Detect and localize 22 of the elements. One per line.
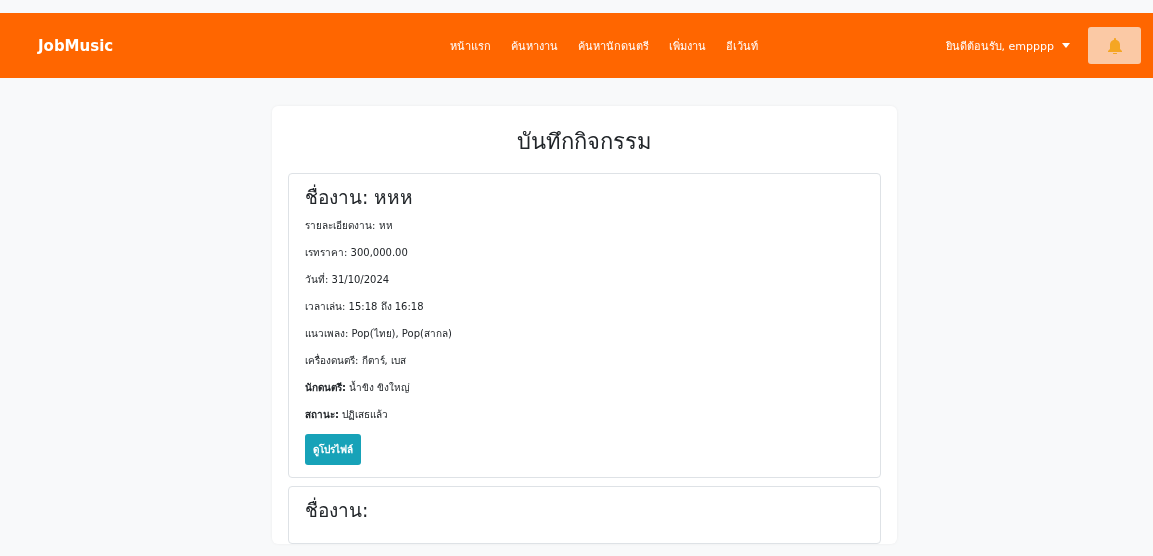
- job-detail: วันที่: 31/10/2024: [305, 272, 391, 287]
- job-title: ชื่องาน: หหห: [305, 183, 415, 210]
- user-menu[interactable]: ยินดีต้อนรับ, empppp: [945, 36, 1070, 55]
- page-title: บันทึกกิจกรรม: [516, 128, 653, 156]
- nav-link[interactable]: เพิ่มงาน: [669, 36, 707, 55]
- nav-link[interactable]: ค้นหานักดนตรี: [578, 36, 650, 55]
- view-profile-button[interactable]: ดูโปรไฟล์: [305, 434, 361, 465]
- bell-icon: [1107, 37, 1122, 54]
- job-detail: นักดนตรี: น้ำขิง ขิงใหญ่: [305, 380, 412, 395]
- job-detail: เครื่องดนตรี: กีตาร์, เบส: [305, 353, 407, 368]
- notification-button[interactable]: [1088, 27, 1141, 64]
- nav-link[interactable]: หน้าแรก: [450, 36, 492, 55]
- job-detail: เวลาเล่น: 15:18 ถึง 16:18: [305, 300, 425, 314]
- caret-icon: [1062, 43, 1070, 48]
- job-title: ชื่องาน:: [305, 496, 370, 523]
- nav-link[interactable]: ค้นหางาน: [511, 36, 559, 55]
- job-detail: รายละเอียดงาน: หห: [305, 219, 394, 233]
- job-detail: เรทราคา: 300,000.00: [305, 246, 409, 260]
- job-detail: สถานะ: ปฏิเสธแล้ว: [305, 408, 390, 422]
- job-detail: แนวเพลง: Pop(ไทย), Pop(สากล): [305, 327, 453, 341]
- nav-link[interactable]: อีเว้นท์: [726, 36, 759, 55]
- brand-logo[interactable]: JobMusic: [38, 36, 114, 55]
